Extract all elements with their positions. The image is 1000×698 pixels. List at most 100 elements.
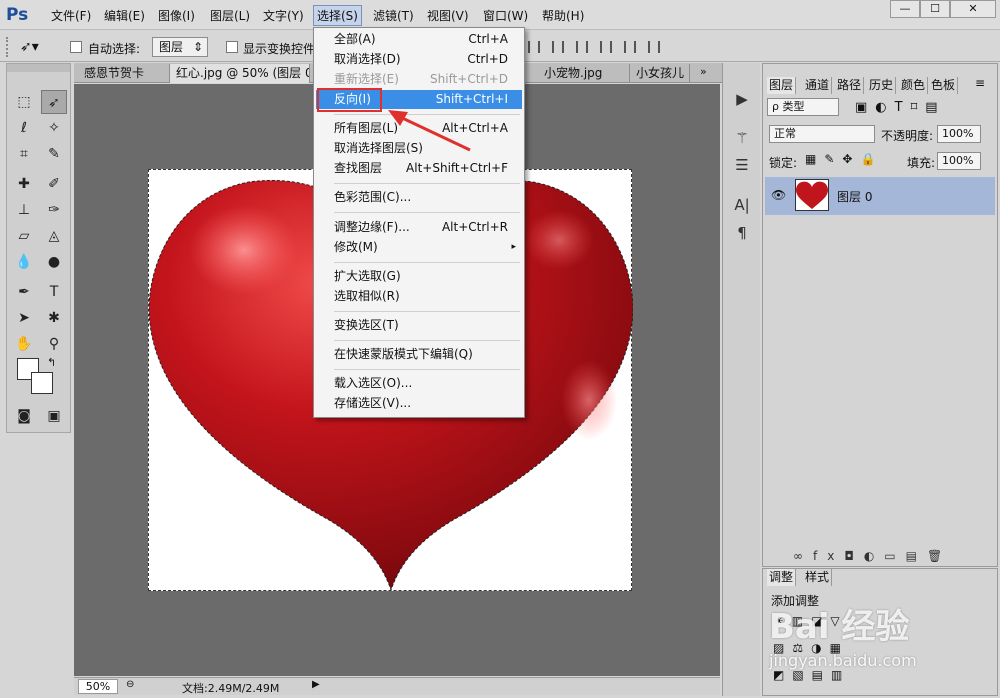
menuitem-deselect[interactable]: 取消选择(D) Ctrl+D <box>316 50 522 69</box>
zoom-level-field[interactable]: 50% <box>78 679 118 694</box>
menuitem-find-layers[interactable]: 查找图层 Alt+Shift+Ctrl+F <box>316 159 522 178</box>
document-info: 文档:2.49M/2.49M <box>182 682 280 695</box>
options-grip <box>6 37 10 57</box>
dodge-tool-icon[interactable]: ● <box>41 250 67 274</box>
magic-wand-icon[interactable]: ✧ <box>41 116 67 140</box>
opacity-label: 不透明度: <box>881 129 934 143</box>
maximize-button[interactable]: ☐ <box>920 0 950 18</box>
tab-layers[interactable]: 图层 <box>767 77 797 94</box>
marquee-tool-icon[interactable]: ⬚ <box>11 90 37 114</box>
screen-mode-icon[interactable]: ▣ <box>41 404 67 428</box>
crop-tool-icon[interactable]: ⌗ <box>11 142 37 166</box>
tab-swatches[interactable]: 色板 <box>929 77 959 94</box>
tab-paths[interactable]: 路径 <box>835 77 865 94</box>
menuitem-transform-selection[interactable]: 变换选区(T) <box>316 316 522 335</box>
more-tabs-icon[interactable]: » <box>700 65 707 78</box>
move-tool-icon[interactable]: ➶ <box>41 90 67 114</box>
brush-settings-icon[interactable]: ⚚ <box>732 128 752 148</box>
healing-brush-icon[interactable]: ✚ <box>11 172 37 196</box>
menu-help[interactable]: 帮助(H) <box>539 6 587 26</box>
select-menu-dropdown: 全部(A) Ctrl+A 取消选择(D) Ctrl+D 重新选择(E) Shift+C… <box>313 27 525 418</box>
menu-type[interactable]: 文字(Y) <box>260 6 307 26</box>
move-tool-preset-icon[interactable]: ➶▾ <box>20 37 60 57</box>
menu-separator <box>334 340 520 341</box>
auto-select-checkbox[interactable] <box>70 41 82 53</box>
fill-field[interactable]: 100% <box>937 152 981 170</box>
paint-bucket-icon[interactable]: ◬ <box>41 224 67 248</box>
stamp-tool-icon[interactable]: ⊥ <box>11 198 37 222</box>
quick-mask-icon[interactable]: ◙ <box>11 404 37 428</box>
panel-menu-icon[interactable]: ≡ <box>975 76 985 90</box>
eyedropper-icon[interactable]: ✎ <box>41 142 67 166</box>
layer-row[interactable]: 👁 图层 0 <box>765 177 995 215</box>
tab-styles[interactable]: 样式 <box>803 569 833 586</box>
menu-filter[interactable]: 滤镜(T) <box>370 6 417 26</box>
swap-colors-icon[interactable]: ↰ <box>47 356 56 369</box>
menuitem-quick-mask[interactable]: 在快速蒙版模式下编辑(Q) <box>316 345 522 364</box>
opacity-field[interactable]: 100% <box>937 125 981 143</box>
layer-thumbnail <box>795 179 829 211</box>
tab-history[interactable]: 历史 <box>867 77 897 94</box>
lasso-tool-icon[interactable]: ℓ <box>11 116 37 140</box>
menu-layer[interactable]: 图层(L) <box>207 6 253 26</box>
menuitem-color-range[interactable]: 色彩范围(C)... <box>316 188 522 207</box>
path-select-icon[interactable]: ➤ <box>11 306 37 330</box>
layer-filter-label: ρ 类型 <box>772 100 805 113</box>
auto-select-dropdown[interactable]: 图层 ⇕ <box>152 37 208 57</box>
tab-pet[interactable]: 小宠物.jpg <box>538 64 630 83</box>
watermark-brand: Bai 经验 <box>769 607 910 647</box>
minimize-button[interactable]: — <box>890 0 920 18</box>
menu-file[interactable]: 文件(F) <box>48 6 94 26</box>
eraser-tool-icon[interactable]: ▱ <box>11 224 37 248</box>
shape-tool-icon[interactable]: ✱ <box>41 306 67 330</box>
type-tool-icon[interactable]: T <box>41 280 67 304</box>
brush-tool-icon[interactable]: ✐ <box>41 172 67 196</box>
visibility-eye-icon[interactable]: 👁 <box>771 188 786 202</box>
pen-tool-icon[interactable]: ✒ <box>11 280 37 304</box>
chevron-down-icon: ⇕ <box>192 40 203 54</box>
menuitem-load-selection[interactable]: 载入选区(O)... <box>316 374 522 393</box>
character-panel-icon[interactable]: A| <box>732 195 752 215</box>
layer-action-icons[interactable]: ∞fx◘◐▭▤🗑 <box>793 549 952 563</box>
menu-image[interactable]: 图像(I) <box>155 6 198 26</box>
collapsed-panel-dock: ▶ ⚚ ☰ A| ¶ <box>722 63 760 696</box>
tab-little-girl[interactable]: 小女孩儿 <box>630 64 690 83</box>
menu-edit[interactable]: 编辑(E) <box>101 6 148 26</box>
tab-adjustments[interactable]: 调整 <box>767 569 797 586</box>
background-color-swatch[interactable] <box>31 372 53 394</box>
menuitem-grow[interactable]: 扩大选取(G) <box>316 267 522 286</box>
annotation-arrow <box>388 110 471 152</box>
tab-color[interactable]: 颜色 <box>899 77 929 94</box>
filter-icons[interactable]: ▣◐T⌑▤ <box>855 100 946 115</box>
blur-tool-icon[interactable]: 💧 <box>11 250 37 274</box>
menuitem-select-all[interactable]: 全部(A) Ctrl+A <box>316 30 522 49</box>
tab-thanksgiving-card[interactable]: 感恩节贺卡 <box>78 64 170 83</box>
menu-separator <box>334 212 520 213</box>
show-transform-checkbox[interactable] <box>226 41 238 53</box>
watermark-url: jingyan.baidu.com <box>769 651 917 670</box>
menu-select[interactable]: 选择(S) <box>313 5 362 26</box>
menu-view[interactable]: 视图(V) <box>424 6 472 26</box>
menuitem-similar[interactable]: 选取相似(R) <box>316 287 522 306</box>
show-transform-label: 显示变换控件 <box>243 42 313 56</box>
menu-window[interactable]: 窗口(W) <box>480 6 531 26</box>
play-icon[interactable]: ▶ <box>732 89 752 109</box>
tab-red-heart[interactable]: 红心.jpg @ 50% (图层 0 <box>170 64 310 83</box>
zoom-tool-icon[interactable]: ⚲ <box>41 332 67 356</box>
lock-icons[interactable]: ▦✎✥🔒 <box>805 152 883 166</box>
tool-presets-icon[interactable]: ☰ <box>732 155 752 175</box>
blend-mode-dropdown[interactable]: 正常 <box>769 125 875 143</box>
align-icons[interactable] <box>528 41 660 53</box>
paragraph-panel-icon[interactable]: ¶ <box>732 223 752 243</box>
menuitem-refine-edge[interactable]: 调整边缘(F)... Alt+Ctrl+R <box>316 218 522 237</box>
status-menu-arrow-icon[interactable]: ▶ <box>312 679 320 690</box>
layers-panel: 图层 通道 路径 历史 颜色 色板 ≡ ρ 类型 ▣◐T⌑▤ 正常 不透明度: … <box>762 63 998 567</box>
close-button[interactable]: ✕ <box>950 0 996 18</box>
auto-select-label: 自动选择: <box>88 42 141 56</box>
menuitem-modify[interactable]: 修改(M) ▸ <box>316 238 522 257</box>
hand-tool-icon[interactable]: ✋ <box>11 332 37 356</box>
menuitem-save-selection[interactable]: 存储选区(V)... <box>316 394 522 413</box>
history-brush-icon[interactable]: ✑ <box>41 198 67 222</box>
layer-filter-dropdown[interactable]: ρ 类型 <box>767 98 839 116</box>
tab-channels[interactable]: 通道 <box>803 77 833 94</box>
